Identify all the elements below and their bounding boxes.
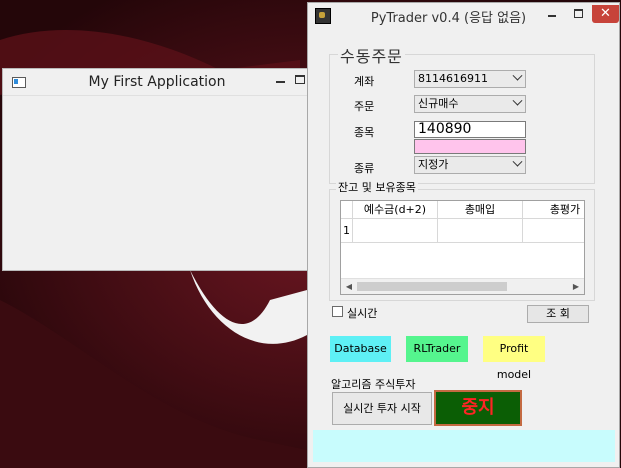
table-corner [341, 201, 353, 219]
close-button[interactable]: ✕ [592, 5, 619, 23]
minimize-icon[interactable] [276, 81, 285, 83]
stop-button[interactable]: 중지 [434, 390, 522, 426]
my-first-application-window: My First Application [2, 68, 312, 271]
table-cell[interactable] [353, 219, 438, 243]
type-select-value: 지정가 [418, 158, 449, 171]
account-select[interactable]: 8114616911 [414, 70, 526, 88]
order-label: 주문 [354, 100, 375, 113]
order-select[interactable]: 신규매수 [414, 95, 526, 113]
stock-label: 종목 [354, 126, 375, 139]
window-title: My First Application [88, 74, 226, 90]
table-cell[interactable] [523, 219, 584, 243]
chevron-down-icon [512, 156, 523, 167]
holdings-title: 잔고 및 보유종목 [336, 179, 418, 195]
holdings-table: 예수금(d+2) 총매입 총평가 1 ◀ ▶ [340, 200, 585, 295]
column-header-deposit[interactable]: 예수금(d+2) [353, 201, 438, 219]
stock-code-input[interactable]: 140890 [414, 121, 526, 138]
order-select-value: 신규매수 [418, 97, 459, 110]
chevron-down-icon [512, 95, 523, 106]
minimize-button[interactable] [539, 5, 565, 23]
rltrader-button[interactable]: RLTrader [406, 336, 468, 362]
column-header-total-buy[interactable]: 총매입 [438, 201, 523, 219]
maximize-icon[interactable] [295, 75, 305, 84]
query-button[interactable]: 조 회 [527, 305, 589, 323]
column-header-total-eval[interactable]: 총평가 [523, 201, 584, 219]
table-cell[interactable] [438, 219, 523, 243]
pytrader-window: PyTrader v0.4 (응답 없음) ✕ 수동주문 계좌 81146169… [307, 2, 620, 468]
database-button[interactable]: Database [330, 336, 391, 362]
chevron-down-icon [512, 70, 523, 81]
algo-label: 알고리즘 주식투자 [331, 378, 416, 391]
row-number[interactable]: 1 [341, 219, 353, 243]
type-label: 종류 [354, 162, 375, 175]
account-label: 계좌 [354, 75, 375, 88]
start-realtime-button[interactable]: 실시간 투자 시작 [332, 392, 432, 425]
status-bar [313, 430, 615, 462]
manual-order-title: 수동주문 [338, 43, 405, 67]
maximize-button[interactable] [566, 5, 591, 23]
scroll-left-icon[interactable]: ◀ [343, 282, 355, 292]
pytrader-titlebar[interactable]: PyTrader v0.4 (응답 없음) ✕ [308, 3, 619, 29]
horizontal-scrollbar[interactable]: ◀ ▶ [341, 278, 584, 294]
scroll-right-icon[interactable]: ▶ [570, 282, 582, 292]
account-select-value: 8114616911 [418, 72, 488, 85]
window-titlebar[interactable]: My First Application [3, 69, 311, 96]
type-select[interactable]: 지정가 [414, 156, 526, 174]
scroll-thumb[interactable] [357, 282, 507, 291]
stock-name-display [414, 139, 526, 154]
profit-model-button[interactable]: Profit model [483, 336, 545, 381]
realtime-label: 실시간 [347, 307, 378, 320]
realtime-checkbox[interactable] [332, 306, 343, 317]
